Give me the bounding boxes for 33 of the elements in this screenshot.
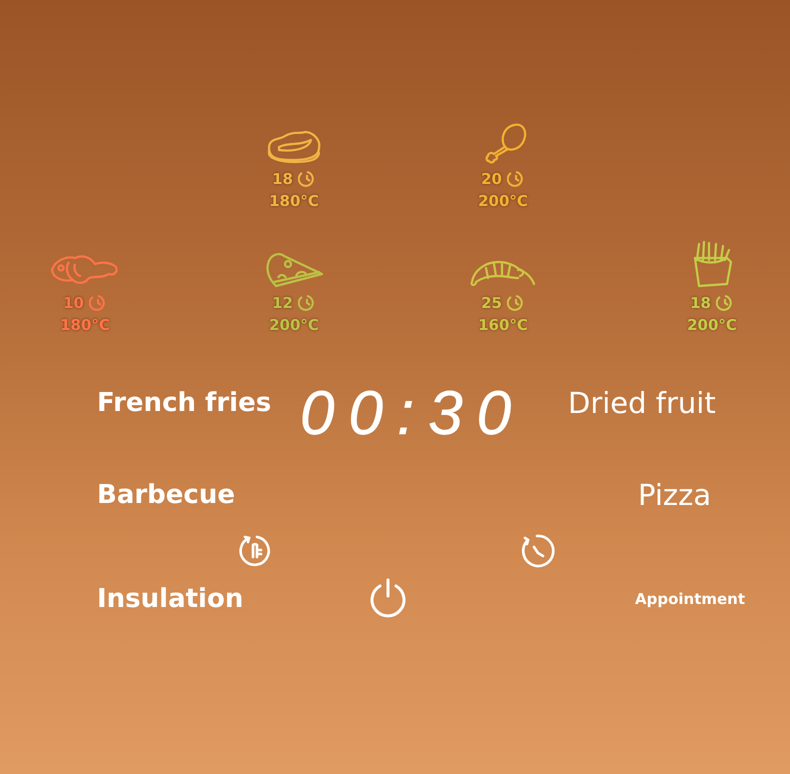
cook-time: 18 [272,169,293,190]
cook-temperature: 180°C [60,315,110,336]
cook-time: 12 [272,293,293,314]
clock-icon [88,294,107,312]
mode-label[interactable]: Pizza [638,478,712,512]
steak-icon [265,130,323,164]
clock-icon [298,170,316,188]
preset-option[interactable]: 18 180°C [224,100,364,212]
cook-temperature: 200°C [478,191,528,212]
cook-temperature: 200°C [269,315,319,336]
mode-label[interactable]: Insulation [97,584,244,614]
cook-temperature: 180°C [269,191,319,212]
preset-option[interactable]: 18 200°C [642,224,782,336]
preset-option[interactable]: 10 180°C [15,224,155,336]
mode-label[interactable]: Dried fruit [568,386,716,420]
cook-time: 18 [690,293,711,314]
preset-option[interactable]: 25 160°C [433,224,573,336]
preset-option[interactable]: 20 200°C [433,100,573,212]
preset-option[interactable]: 12 200°C [224,224,364,336]
clock-icon [506,170,525,188]
mode-label[interactable]: Barbecue [97,480,235,510]
clock-icon [298,294,316,312]
cook-temperature: 200°C [687,315,737,336]
cook-time: 10 [63,293,84,314]
fries-icon [691,240,733,288]
mode-label[interactable]: French fries [97,388,272,418]
clock-icon [716,294,734,312]
cook-temperature: 160°C [478,315,528,336]
cook-time: 25 [481,293,502,314]
clock-icon [506,294,525,312]
cook-time: 20 [481,169,502,190]
mode-label[interactable]: Appointment [635,590,746,608]
timer-display: 00:30 [300,378,526,448]
